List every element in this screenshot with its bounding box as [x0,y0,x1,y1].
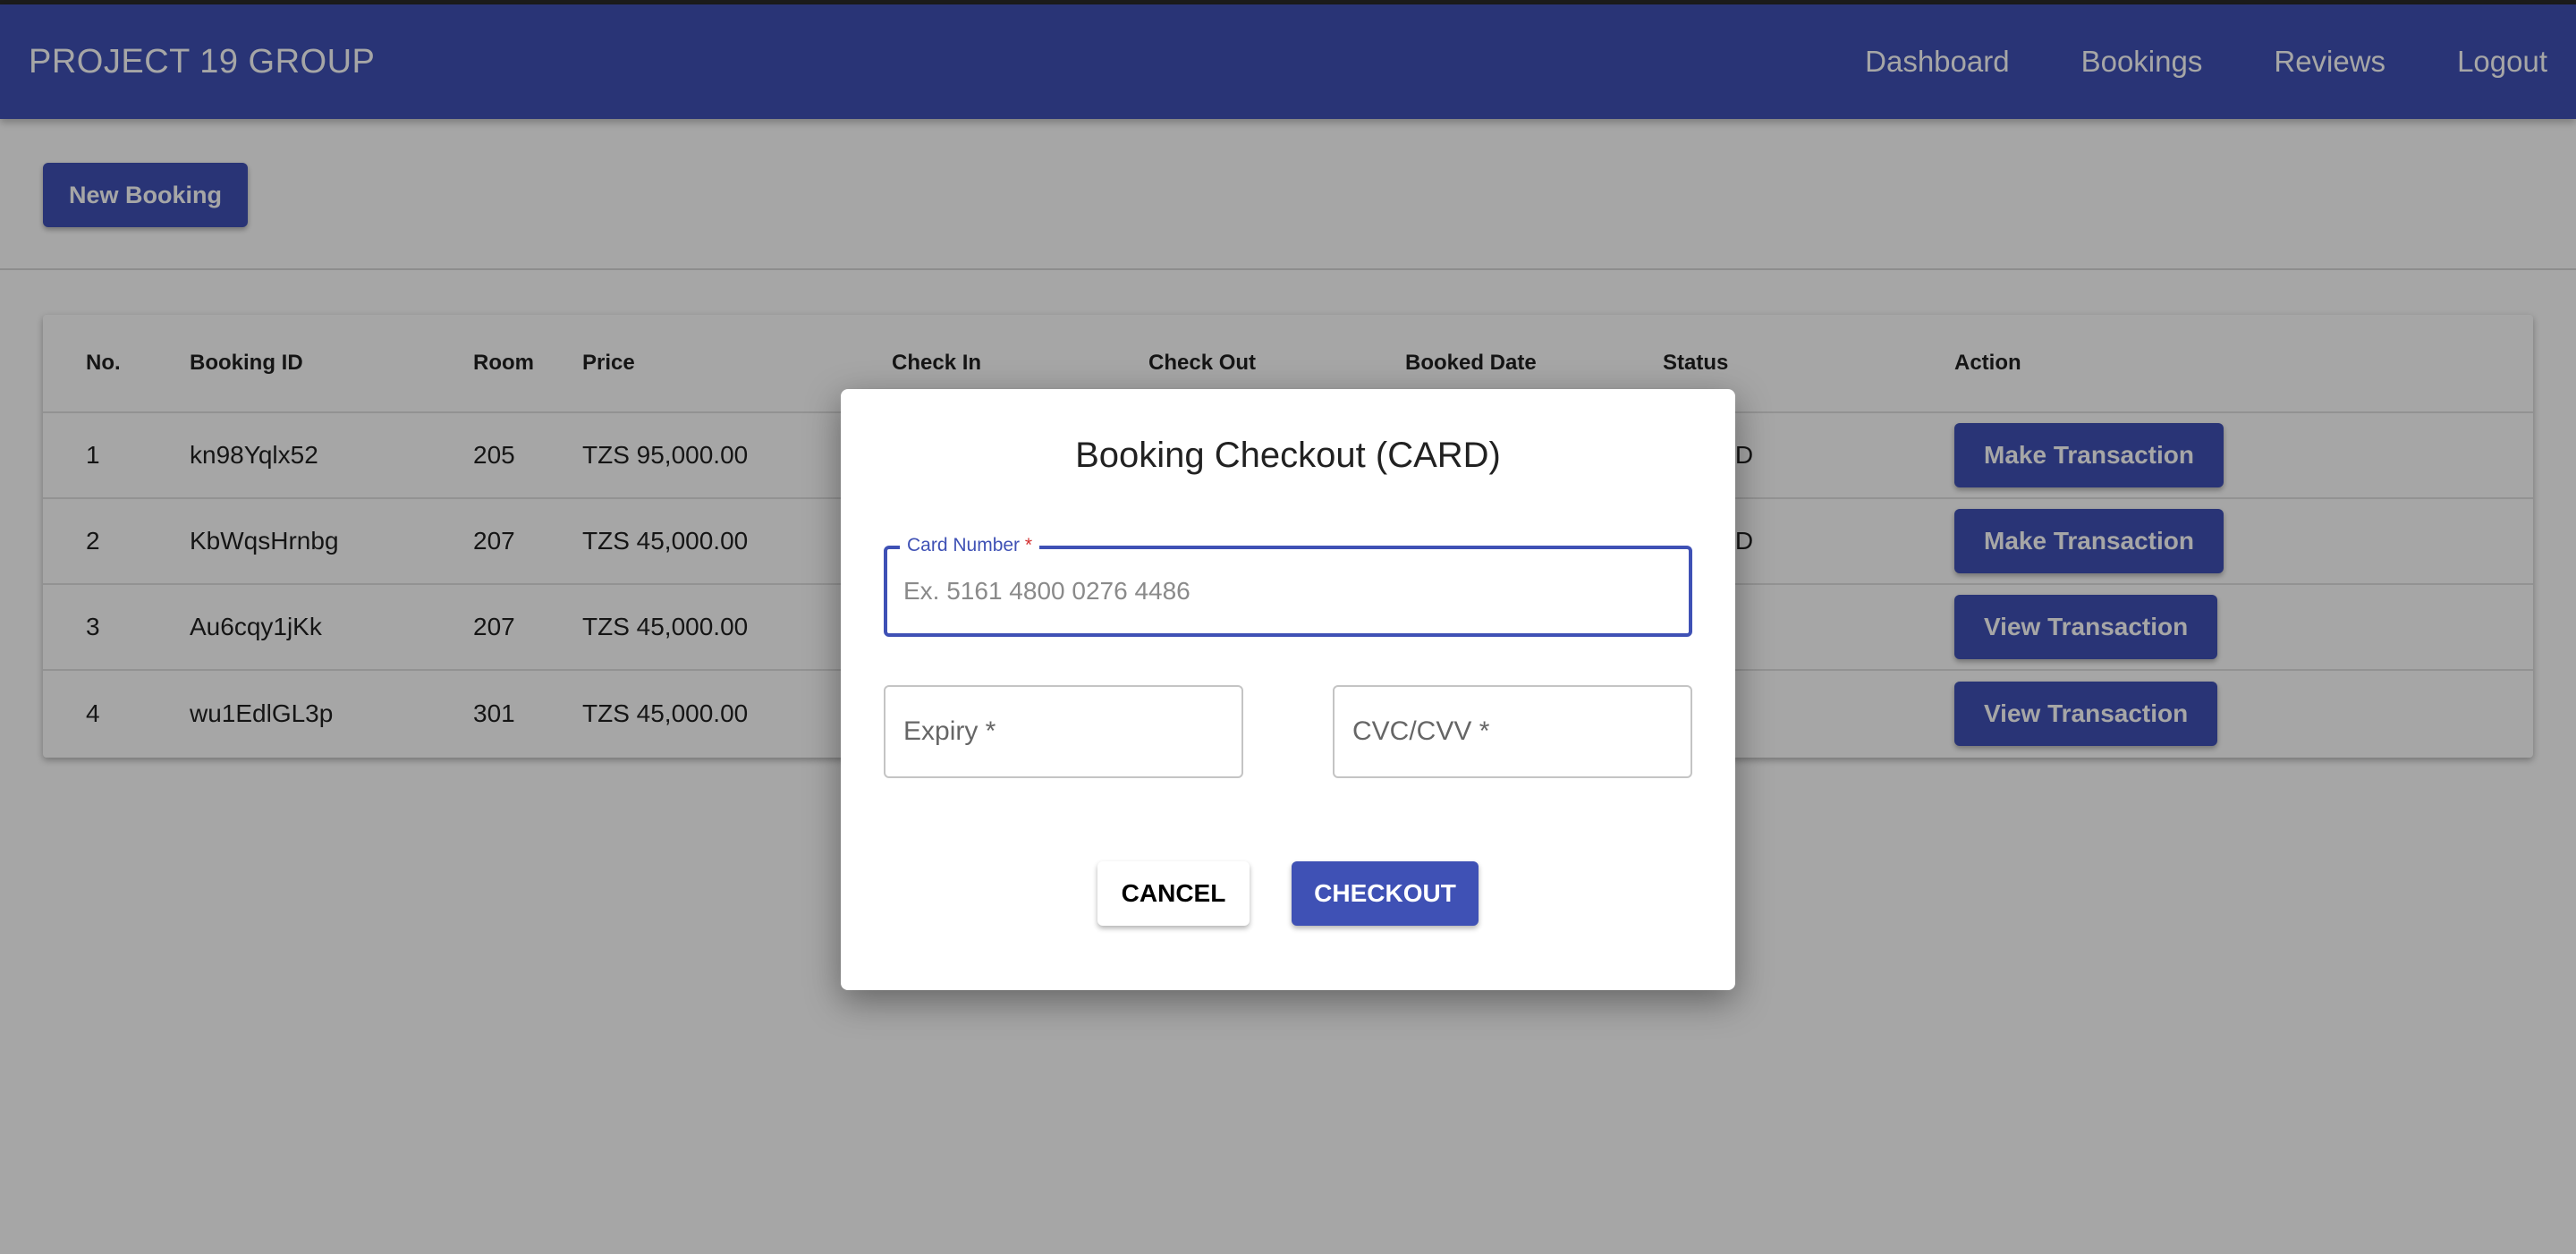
card-number-input[interactable]: Ex. 5161 4800 0276 4486 [903,549,1191,633]
cvc-label: CVC/CVV * [1352,716,1490,746]
expiry-field[interactable]: Expiry * [884,685,1243,778]
expiry-label: Expiry * [903,716,996,746]
checkout-dialog: Booking Checkout (CARD) Card Number * Ex… [841,389,1735,990]
dialog-title: Booking Checkout (CARD) [1075,436,1501,475]
cvc-field[interactable]: CVC/CVV * [1333,685,1692,778]
card-number-field[interactable]: Card Number * Ex. 5161 4800 0276 4486 [884,535,1692,637]
checkout-button[interactable]: CHECKOUT [1292,861,1479,926]
cancel-button[interactable]: CANCEL [1097,861,1250,926]
